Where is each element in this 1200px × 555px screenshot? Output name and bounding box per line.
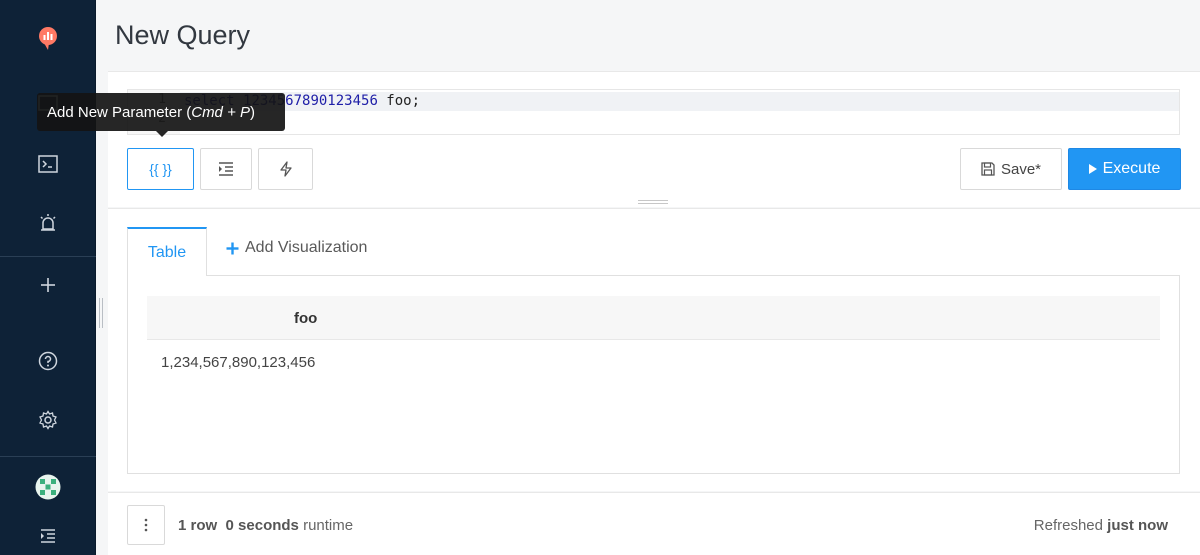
refreshed-value: just now [1107, 517, 1168, 534]
sidebar-resize-handle[interactable] [99, 298, 103, 328]
sidebar [0, 0, 96, 555]
results-area: Table Add Visualization foo 1,234,567,89… [108, 208, 1200, 491]
save-label: Save* [1000, 160, 1042, 178]
refreshed-status: Refreshed just now [1034, 517, 1168, 534]
query-editor-card: 1 2 select 1234567890123456 foo; {{ }} S… [108, 71, 1200, 207]
tooltip-arrow [156, 131, 168, 137]
indent-icon [219, 162, 233, 176]
runtime-label: runtime [303, 517, 354, 534]
table-cell: 1,234,567,890,123,456 [161, 354, 316, 371]
editor-resize-grip[interactable] [638, 200, 668, 204]
table-panel: foo 1,234,567,890,123,456 [127, 275, 1180, 474]
save-button[interactable]: Save* [960, 148, 1062, 190]
user-avatar-icon[interactable] [0, 467, 96, 507]
tooltip-text: Add New Parameter ( [47, 103, 192, 121]
collapse-menu-icon[interactable] [0, 516, 96, 555]
plus-icon [226, 242, 239, 254]
add-visualization-tab[interactable]: Add Visualization [226, 239, 367, 257]
help-icon[interactable] [0, 341, 96, 381]
create-plus-icon[interactable] [0, 265, 96, 305]
autocomplete-toggle-button[interactable] [258, 148, 313, 190]
page-title[interactable]: New Query [115, 20, 250, 51]
sidebar-divider [0, 456, 96, 457]
redash-logo-icon[interactable] [0, 19, 96, 59]
tab-table[interactable]: Table [127, 227, 207, 276]
refreshed-label: Refreshed [1033, 517, 1103, 534]
lightning-icon [279, 161, 292, 177]
add-parameter-tooltip: Add New Parameter (Cmd + P) [37, 93, 285, 131]
execution-stats: 1 row 0 seconds runtime [178, 517, 353, 534]
more-options-button[interactable] [127, 505, 165, 545]
row-count: 1 row [178, 517, 218, 534]
format-query-button[interactable] [200, 148, 252, 190]
vertical-ellipsis-icon [144, 518, 148, 532]
tooltip-close-paren: ) [250, 103, 256, 121]
runtime-value: 0 seconds [225, 517, 299, 534]
settings-gear-icon[interactable] [0, 400, 96, 440]
execute-label: Execute [1102, 160, 1161, 177]
table-header-row: foo [147, 296, 1160, 340]
add-parameter-button[interactable]: {{ }} [127, 148, 194, 190]
query-footer: 1 row 0 seconds runtime Refreshed just n… [108, 492, 1200, 555]
sidebar-divider [0, 256, 96, 257]
queries-icon[interactable] [0, 144, 96, 184]
play-icon [1088, 164, 1097, 174]
add-visualization-label: Add Visualization [245, 239, 368, 256]
column-header-foo[interactable]: foo [294, 310, 317, 327]
execute-button[interactable]: Execute [1068, 148, 1181, 190]
sql-rest: foo; [377, 93, 421, 109]
save-floppy-icon [981, 162, 995, 176]
alerts-icon[interactable] [0, 203, 96, 243]
tooltip-shortcut: Cmd + P [191, 103, 251, 121]
